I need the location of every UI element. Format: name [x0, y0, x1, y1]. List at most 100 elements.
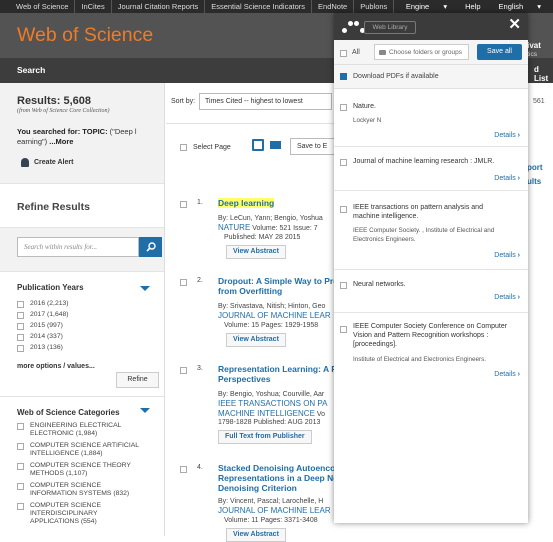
more-link[interactable]: ...More: [49, 137, 73, 146]
more-options-link[interactable]: more options / values...: [17, 363, 95, 370]
checkbox[interactable]: [17, 312, 24, 319]
details-link[interactable]: Details ›: [494, 371, 520, 378]
checkbox[interactable]: [340, 104, 347, 111]
view-abstract-button[interactable]: View Abstract: [226, 333, 286, 347]
panel-header: Web Library ✕: [334, 13, 528, 40]
select-all-checkbox[interactable]: [340, 50, 347, 57]
email-icon[interactable]: [270, 141, 281, 149]
checkbox[interactable]: [340, 282, 347, 289]
search-within-button[interactable]: [139, 237, 162, 257]
record-journal[interactable]: IEEE TRANSACTIONS ON PA MACHINE INTELLIG…: [218, 399, 327, 418]
checkbox[interactable]: [340, 159, 347, 166]
page-count: 561: [533, 98, 545, 105]
record-title[interactable]: Stacked Denoising Autoenco Representatio…: [218, 463, 348, 493]
record-row: 2. Dropout: A Simple Way to Pre from Ove…: [180, 276, 360, 351]
create-alert-button[interactable]: Create Alert: [21, 158, 73, 167]
nav-link-jcr[interactable]: Journal Citation Reports: [112, 0, 206, 13]
marked-list-link[interactable]: d List: [534, 65, 553, 83]
category-filter[interactable]: COMPUTER SCIENCE ARTIFICIAL INTELLIGENCE…: [17, 442, 147, 458]
checkbox[interactable]: [17, 463, 24, 470]
select-page[interactable]: Select Page: [180, 143, 231, 151]
checkbox[interactable]: [17, 323, 24, 330]
nav-link-publons[interactable]: Publons: [354, 0, 395, 13]
engine-menu[interactable]: Engine ▾: [394, 0, 459, 13]
categories-title: Web of Science Categories: [17, 408, 120, 417]
checkbox[interactable]: [180, 144, 187, 151]
full-text-button[interactable]: Full Text from Publisher: [218, 430, 312, 444]
record-title[interactable]: Deep learning: [218, 198, 275, 208]
checkbox[interactable]: [17, 483, 24, 490]
export-link[interactable]: port: [527, 163, 543, 172]
sort-select[interactable]: Times Cited -- highest to lowest: [199, 93, 332, 110]
checkbox[interactable]: [340, 206, 347, 213]
details-link[interactable]: Details ›: [494, 175, 520, 182]
collapse-triangle-icon[interactable]: [140, 286, 150, 291]
record-title[interactable]: Representation Learning: A R Perspective…: [218, 364, 348, 384]
category-filter[interactable]: COMPUTER SCIENCE INFORMATION SYSTEMS (83…: [17, 482, 147, 498]
category-filter[interactable]: COMPUTER SCIENCE THEORY METHODS (1,107): [17, 462, 147, 478]
checkbox[interactable]: [17, 423, 24, 430]
checkbox[interactable]: [17, 301, 24, 308]
save-all-button[interactable]: Save all: [477, 44, 522, 60]
checkbox[interactable]: [180, 466, 187, 473]
category-filter-label: COMPUTER SCIENCE INTERDISCIPLINARY APPLI…: [30, 502, 101, 525]
details-link[interactable]: Details ›: [494, 294, 520, 301]
collapse-triangle-icon[interactable]: [140, 408, 150, 413]
checkbox[interactable]: [180, 201, 187, 208]
category-filter-label: ENGINEERING ELECTRICAL ELECTRONIC (1,984…: [30, 422, 122, 437]
checkbox[interactable]: [17, 345, 24, 352]
year-filter[interactable]: 2017 (1,648): [17, 311, 69, 319]
refine-button[interactable]: Refine: [116, 372, 159, 388]
nav-link-incites[interactable]: InCites: [75, 0, 112, 13]
record-journal[interactable]: JOURNAL OF MACHINE LEAR: [218, 311, 331, 320]
checkbox[interactable]: [17, 503, 24, 510]
details-label: Details: [494, 371, 516, 378]
folder-icon: [379, 50, 386, 55]
year-filter[interactable]: 2014 (337): [17, 333, 63, 341]
checkbox[interactable]: [17, 443, 24, 450]
details-link[interactable]: Details ›: [494, 132, 520, 139]
search-within: Search within results for...: [17, 237, 162, 257]
refine-title: Refine Results: [17, 201, 90, 213]
results-link[interactable]: ults: [527, 177, 541, 186]
web-library-button[interactable]: Web Library: [364, 21, 416, 34]
category-filter[interactable]: COMPUTER SCIENCE INTERDISCIPLINARY APPLI…: [17, 502, 147, 526]
panel-item: Neural networks. Details ›: [334, 270, 528, 313]
nav-link-esi[interactable]: Essential Science Indicators: [205, 0, 313, 13]
year-filter[interactable]: 2015 (997): [17, 322, 63, 330]
language-menu[interactable]: English ▾: [487, 0, 553, 13]
view-abstract-button[interactable]: View Abstract: [226, 528, 286, 542]
record-journal[interactable]: NATURE: [218, 223, 250, 232]
top-nav: Web of Science InCites Journal Citation …: [0, 0, 553, 13]
checkbox[interactable]: [17, 334, 24, 341]
details-link[interactable]: Details ›: [494, 252, 520, 259]
view-abstract-button[interactable]: View Abstract: [226, 245, 286, 259]
download-pdfs-checkbox[interactable]: [340, 73, 347, 80]
checkbox[interactable]: [340, 326, 347, 333]
brand-logo[interactable]: Web of Science: [17, 24, 153, 47]
year-filter[interactable]: 2013 (136): [17, 344, 63, 352]
panel-item: Journal of machine learning research : J…: [334, 147, 528, 191]
record-number: 2.: [197, 277, 203, 284]
record-journal[interactable]: JOURNAL OF MACHINE LEAR: [218, 506, 331, 515]
close-icon[interactable]: ✕: [508, 16, 521, 34]
nav-link-web-of-science[interactable]: Web of Science: [0, 0, 76, 13]
panel-item-subtitle: Lockyer N: [353, 117, 382, 124]
search-tab[interactable]: Search: [17, 65, 45, 75]
panel-item: IEEE Computer Society Conference on Comp…: [334, 313, 528, 393]
category-filter[interactable]: ENGINEERING ELECTRICAL ELECTRONIC (1,984…: [17, 422, 147, 438]
record-volume: Vo: [316, 411, 326, 418]
record-title[interactable]: Dropout: A Simple Way to Pre from Overfi…: [218, 276, 348, 296]
search-within-input[interactable]: Search within results for...: [17, 237, 139, 257]
folder-select[interactable]: Choose folders or groups: [374, 44, 469, 60]
results-count: Results: 5,608: [17, 95, 91, 107]
print-icon[interactable]: [252, 139, 264, 151]
panel-item-title: Neural networks.: [353, 281, 406, 288]
nav-link-endnote[interactable]: EndNote: [312, 0, 355, 13]
checkbox[interactable]: [180, 367, 187, 374]
year-filter[interactable]: 2016 (2,213): [17, 300, 69, 308]
checkbox[interactable]: [180, 279, 187, 286]
category-filter-label: COMPUTER SCIENCE THEORY METHODS (1,107): [30, 462, 131, 477]
sort-by-label: Sort by:: [171, 98, 196, 105]
help-link[interactable]: Help: [459, 0, 486, 13]
